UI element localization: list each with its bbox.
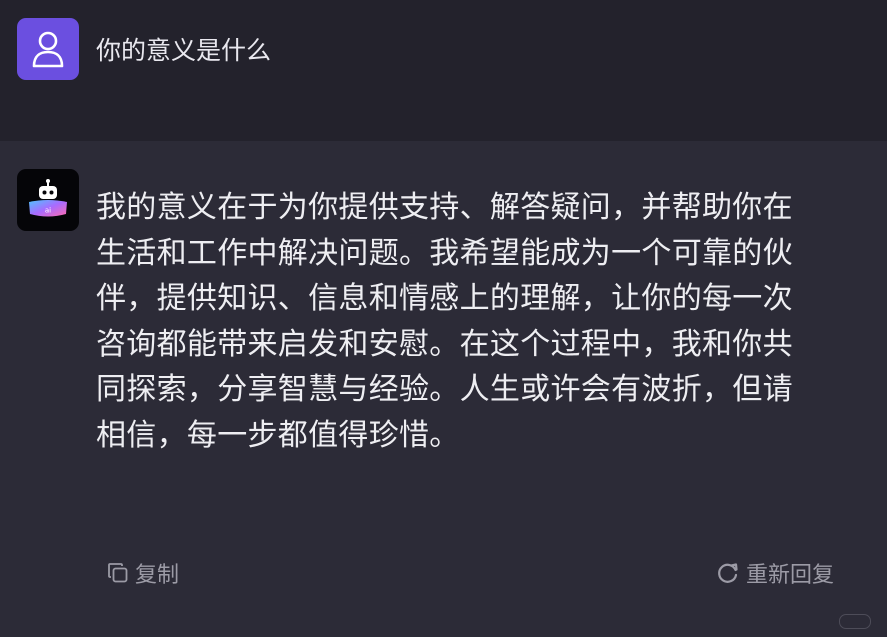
message-line: 我的意义在于为你提供支持、解答疑问，并帮助你在 xyxy=(96,190,793,225)
watermark-badge xyxy=(839,614,871,629)
copy-icon xyxy=(108,563,128,583)
assistant-avatar: ai xyxy=(17,169,79,231)
message-line: 伴，提供知识、信息和情感上的理解，让你的每一次 xyxy=(96,281,793,316)
message-line: 同探索，分享智慧与经验。人生或许会有波折，但请 xyxy=(96,372,793,407)
user-message-text: 你的意义是什么 xyxy=(96,36,272,65)
avatar-label: ai xyxy=(45,207,51,215)
assistant-message-text: 我的意义在于为你提供支持、解答疑问，并帮助你在 生活和工作中解决问题。我希望能成… xyxy=(96,185,856,458)
assistant-message-row: ai 我的意义在于为你提供支持、解答疑问，并帮助你在 生活和工作中解决问题。我希… xyxy=(0,141,887,637)
message-line: 咨询都能带来启发和安慰。在这个过程中，我和你共 xyxy=(96,326,793,362)
copy-button[interactable]: 复制 xyxy=(107,557,179,589)
message-line: 相信，每一步都值得珍惜。 xyxy=(96,417,460,453)
user-avatar xyxy=(17,18,79,80)
person-icon xyxy=(32,31,64,68)
refresh-icon xyxy=(718,563,738,583)
robot-ai-icon: ai xyxy=(29,179,67,217)
regenerate-label: 重新回复 xyxy=(746,563,835,588)
copy-label: 复制 xyxy=(135,563,180,588)
message-line: 生活和工作中解决问题。我希望能成为一个可靠的伙 xyxy=(96,235,793,271)
regenerate-button[interactable]: 重新回复 xyxy=(716,557,834,589)
user-message-row: 你的意义是什么 xyxy=(0,0,887,141)
